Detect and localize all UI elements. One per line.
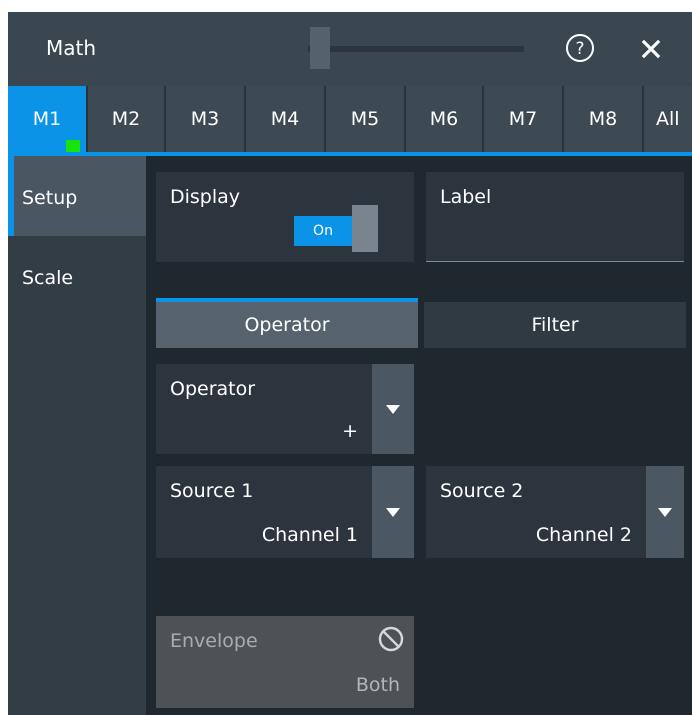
tab-m8[interactable]: M8 <box>564 86 642 152</box>
setup-panel: Display On Label Operator Filter Operato… <box>146 156 692 715</box>
dialog-title: Math <box>46 36 97 60</box>
tab-label: M4 <box>270 108 300 130</box>
tab-label: M8 <box>588 108 618 130</box>
tab-label: M3 <box>190 108 220 130</box>
subtab-operator[interactable]: Operator <box>156 302 418 348</box>
nav-item-label: Scale <box>22 267 74 289</box>
svg-text:?: ? <box>575 39 584 59</box>
tab-m4[interactable]: M4 <box>246 86 324 152</box>
operator-dropdown-button[interactable] <box>372 364 414 454</box>
tab-label: M5 <box>350 108 380 130</box>
display-toggle[interactable]: On <box>294 205 382 252</box>
source1-select[interactable]: Source 1 Channel 1 <box>156 466 414 558</box>
envelope-select: Envelope Both <box>156 616 414 708</box>
chevron-down-icon <box>386 507 400 517</box>
help-circle-icon[interactable]: ? <box>564 32 596 64</box>
chevron-down-icon <box>386 404 400 414</box>
operator-value: + <box>342 420 358 442</box>
tab-label: All <box>656 108 680 130</box>
tab-m1[interactable]: M1 <box>8 86 86 152</box>
envelope-label: Envelope <box>170 630 258 652</box>
no-entry-icon <box>378 626 404 652</box>
source2-dropdown-button[interactable] <box>646 466 684 558</box>
transparency-slider-thumb[interactable] <box>310 27 330 69</box>
source2-value: Channel 2 <box>535 524 632 546</box>
operator-select[interactable]: Operator + <box>156 364 414 454</box>
source2-select[interactable]: Source 2 Channel 2 <box>426 466 684 558</box>
tab-m6[interactable]: M6 <box>406 86 482 152</box>
operator-label: Operator <box>170 378 256 400</box>
display-card: Display On <box>156 172 414 262</box>
subtab-label: Filter <box>531 314 579 336</box>
source1-value: Channel 1 <box>261 524 358 546</box>
tab-all[interactable]: All <box>644 86 692 152</box>
close-icon[interactable] <box>636 34 666 64</box>
toggle-knob <box>352 205 378 252</box>
math-tab-bar: M1 M2 M3 M4 M5 M6 M7 M8 All <box>8 86 692 152</box>
tab-m5[interactable]: M5 <box>326 86 404 152</box>
tab-label: M7 <box>508 108 538 130</box>
tab-label: M6 <box>429 108 459 130</box>
display-label: Display <box>170 186 241 208</box>
subtab-filter[interactable]: Filter <box>424 302 686 348</box>
title-bar: Math ? <box>8 12 692 86</box>
label-field[interactable]: Label <box>426 172 684 262</box>
chevron-down-icon <box>658 507 672 517</box>
tab-m2[interactable]: M2 <box>88 86 164 152</box>
nav-item-scale[interactable]: Scale <box>8 236 146 316</box>
envelope-value: Both <box>355 674 400 696</box>
tab-m3[interactable]: M3 <box>166 86 244 152</box>
nav-item-label: Setup <box>22 187 78 209</box>
transparency-slider-track[interactable] <box>308 46 524 52</box>
tab-label: M1 <box>32 108 62 130</box>
source1-dropdown-button[interactable] <box>372 466 414 558</box>
side-nav: Setup Scale <box>8 156 146 715</box>
math-dialog: Math ? M1 M2 M3 M4 M5 M6 M7 M8 All Setup… <box>8 12 692 715</box>
tab-m7[interactable]: M7 <box>484 86 562 152</box>
active-indicator <box>66 140 80 152</box>
label-field-underline <box>426 261 684 262</box>
tab-label: M2 <box>111 108 141 130</box>
source2-label: Source 2 <box>440 480 524 502</box>
label-field-label: Label <box>440 186 492 208</box>
toggle-on-state: On <box>294 216 352 246</box>
subtab-label: Operator <box>244 314 330 336</box>
nav-item-setup[interactable]: Setup <box>8 156 146 236</box>
source1-label: Source 1 <box>170 480 254 502</box>
